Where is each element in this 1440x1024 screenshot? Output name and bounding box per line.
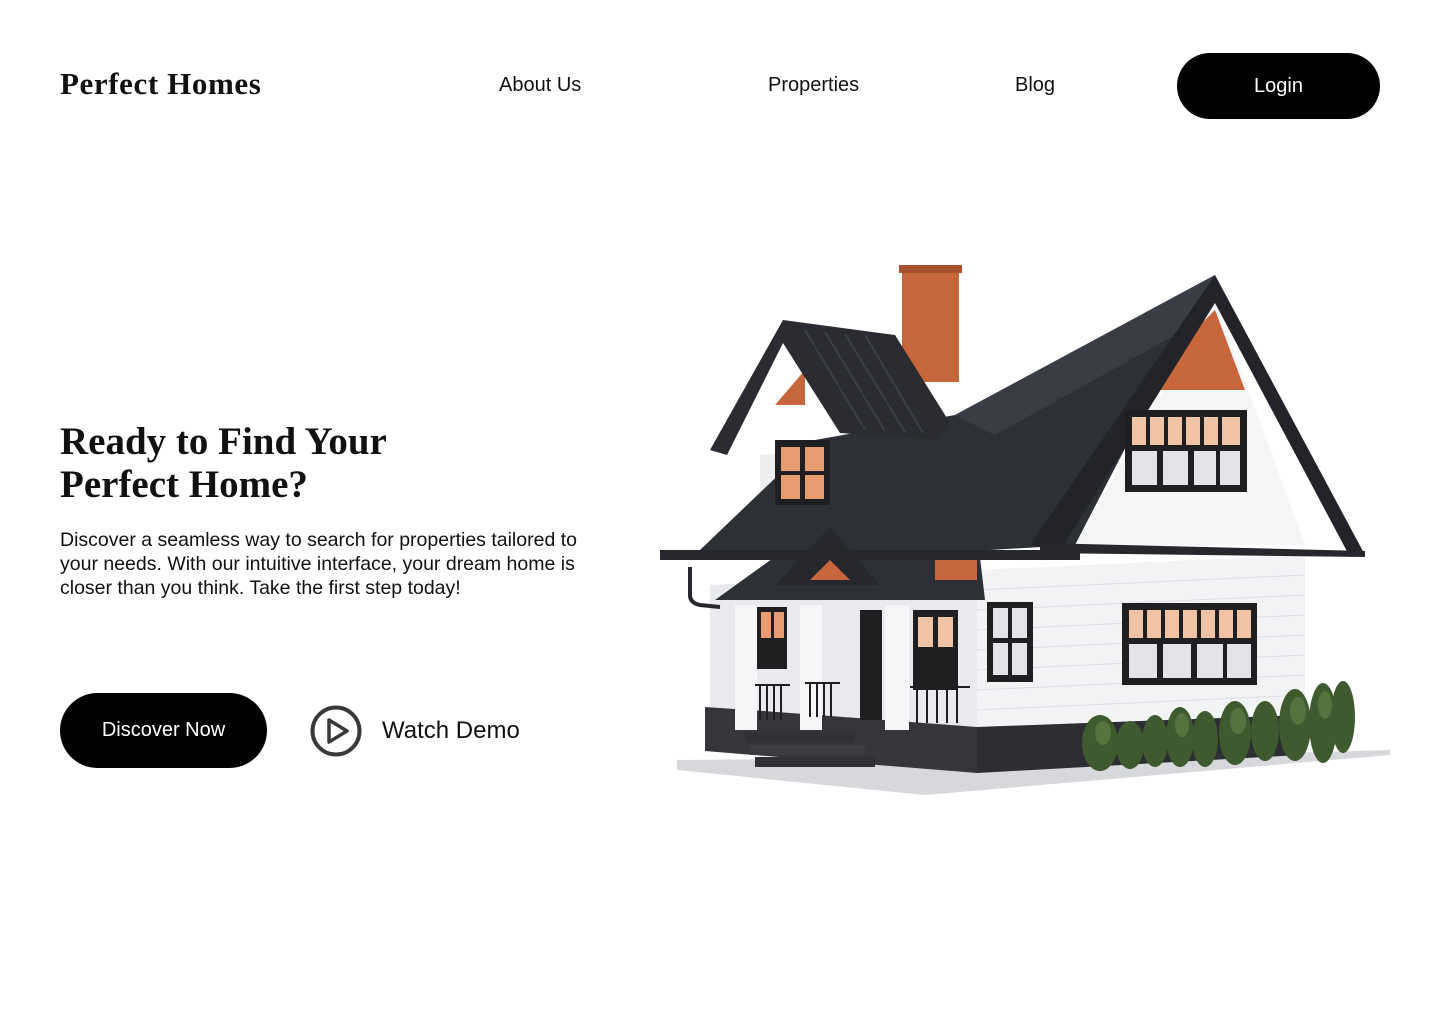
watch-demo-button[interactable]: Watch Demo: [310, 704, 520, 758]
hero-title: Ready to Find Your Perfect Home?: [60, 420, 580, 506]
dormer-orange: [775, 370, 805, 405]
login-button[interactable]: Login: [1177, 53, 1380, 119]
watch-demo-label: Watch Demo: [382, 717, 520, 744]
hero-title-line-1: Ready to Find Your: [60, 420, 387, 463]
porch-step: [745, 733, 855, 743]
porch-step: [755, 757, 875, 767]
nav-link-blog[interactable]: Blog: [1015, 74, 1055, 97]
brand-logo[interactable]: Perfect Homes: [60, 66, 261, 102]
front-door: [860, 610, 882, 720]
porch-column: [735, 605, 757, 730]
porch-column: [885, 605, 909, 730]
discover-now-button[interactable]: Discover Now: [60, 693, 267, 768]
hero-title-line-2: Perfect Home?: [60, 463, 308, 506]
porch-step: [750, 745, 865, 755]
eave: [660, 550, 1080, 560]
hero-description: Discover a seamless way to search for pr…: [60, 529, 577, 599]
nav-link-about-us[interactable]: About Us: [499, 74, 581, 97]
house-illustration: [660, 265, 1390, 795]
nav-link-properties[interactable]: Properties: [768, 74, 859, 97]
play-circle-icon: [310, 705, 362, 757]
